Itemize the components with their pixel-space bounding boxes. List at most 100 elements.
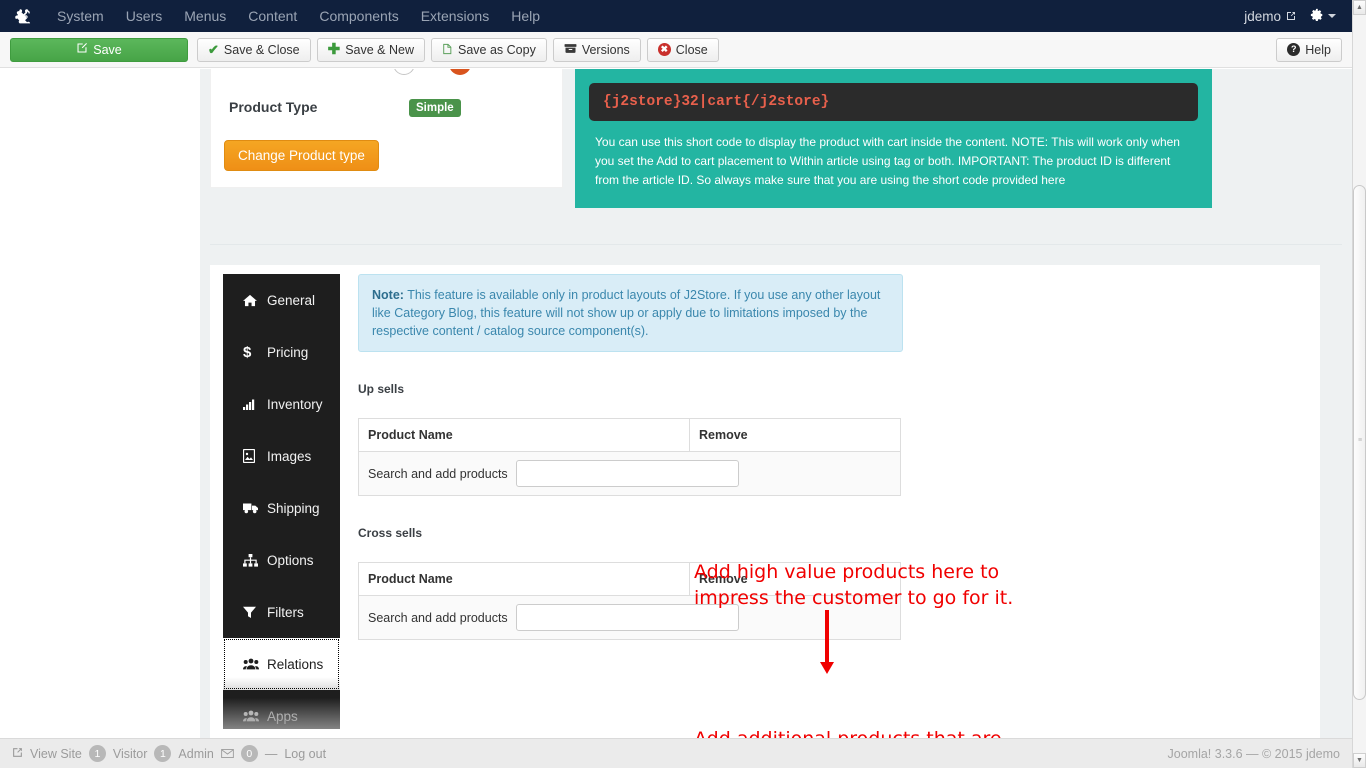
radio-toggle-on-icon[interactable] — [449, 69, 471, 75]
topmenu-item-extensions[interactable]: Extensions — [410, 0, 500, 32]
topmenu-item-system[interactable]: System — [46, 0, 115, 32]
upsells-search-cell: Search and add products — [358, 451, 901, 496]
upsells-search-input[interactable] — [515, 460, 739, 487]
save-button-label: Save — [93, 42, 122, 57]
status-bar: View Site 1 Visitor 1 Admin 0 — Log out … — [0, 738, 1352, 768]
save-and-close-button[interactable]: ✔ Save & Close — [197, 37, 311, 62]
product-type-panel: Product Type Simple Change Product type — [210, 69, 563, 188]
admin-count-badge: 1 — [154, 745, 172, 762]
close-button[interactable]: ✖ Close — [646, 37, 719, 62]
help-button-label: Help — [1305, 42, 1331, 57]
scroll-down-button[interactable]: ▼ — [1353, 753, 1366, 768]
scroll-up-button[interactable]: ▲ — [1353, 0, 1366, 15]
section-divider — [210, 244, 1342, 245]
sidebar-item-label: Inventory — [267, 396, 323, 412]
bar-chart-icon — [243, 398, 267, 410]
annotation-upsells-text: Add high value products here to impress … — [694, 561, 1014, 609]
sitemap-icon — [243, 553, 267, 567]
relations-note: Note: This feature is available only in … — [358, 274, 903, 352]
envelope-icon — [221, 747, 234, 761]
copy-icon — [442, 43, 453, 57]
upsells-label: Up sells — [358, 382, 405, 396]
upsells-table: Product Name Remove Search and add produ… — [358, 418, 901, 496]
funnel-icon — [243, 606, 267, 619]
content-column: Product Type Simple Change Product type … — [200, 69, 1352, 738]
users-icon — [243, 658, 267, 670]
sidebar-item-label: Relations — [267, 656, 324, 672]
crosssells-search-label: Search and add products — [368, 610, 508, 625]
sidebar-item-apps[interactable]: Apps — [223, 690, 340, 729]
dollar-icon: $ — [243, 343, 252, 361]
save-and-new-button[interactable]: ✚ Save & New — [316, 37, 425, 62]
upsells-col-product-name: Product Name — [358, 418, 690, 452]
external-link-icon — [12, 747, 23, 761]
topmenu-item-menus[interactable]: Menus — [173, 0, 237, 32]
sidebar-item-pricing[interactable]: $ Pricing — [223, 326, 340, 378]
settings-menu-button[interactable] — [1306, 8, 1344, 25]
versions-button[interactable]: Versions — [552, 37, 641, 62]
topmenu-item-content[interactable]: Content — [237, 0, 308, 32]
footer-copyright: Joomla! 3.3.6 — © 2015 jdemo — [1167, 746, 1341, 761]
help-button[interactable]: ? Help — [1276, 37, 1342, 62]
cut-off-controls — [393, 69, 523, 75]
relations-card: General $ Pricing Inventory Images Shipp… — [210, 265, 1320, 738]
logout-link[interactable]: Log out — [284, 747, 326, 761]
shortcode-value[interactable]: {j2store}32|cart{/j2store} — [589, 83, 1198, 121]
save-as-copy-button[interactable]: Save as Copy — [431, 37, 547, 62]
plus-icon: ✚ — [327, 40, 341, 58]
admin-label[interactable]: Admin — [178, 747, 213, 761]
sidebar-item-images[interactable]: Images — [223, 430, 340, 482]
sidebar-item-label: Filters — [267, 604, 304, 620]
shortcode-description: You can use this short code to display t… — [595, 135, 1180, 187]
table-row: Search and add products — [358, 451, 901, 496]
save-and-new-label: Save & New — [345, 42, 414, 57]
sidebar-item-inventory[interactable]: Inventory — [223, 378, 340, 430]
close-circle-icon: ✖ — [657, 43, 671, 56]
save-and-close-label: Save & Close — [223, 42, 300, 57]
user-menu-link[interactable]: jdemo — [1234, 9, 1306, 24]
topmenu-item-components[interactable]: Components — [308, 0, 409, 32]
save-as-copy-label: Save as Copy — [458, 42, 536, 57]
sidebar-item-label: Images — [267, 448, 312, 464]
visitor-label[interactable]: Visitor — [113, 747, 148, 761]
radio-toggle-off-icon[interactable] — [393, 69, 415, 75]
annotation-arrow-upsells — [818, 610, 836, 674]
topmenu-item-help[interactable]: Help — [500, 0, 551, 32]
product-type-label: Product Type — [229, 99, 318, 115]
editor-toolbar: Save ✔ Save & Close ✚ Save & New Save as… — [0, 32, 1352, 68]
view-site-link[interactable]: View Site — [30, 747, 82, 761]
upsells-col-remove: Remove — [689, 418, 901, 452]
admin-top-bar: System Users Menus Content Components Ex… — [0, 0, 1352, 32]
archive-icon — [564, 43, 577, 56]
sidebar-item-label: Shipping — [267, 500, 320, 516]
visitor-count-badge: 1 — [88, 745, 106, 762]
close-button-label: Close — [675, 42, 708, 57]
image-icon — [243, 449, 267, 463]
page-body: Product Type Simple Change Product type … — [0, 69, 1352, 738]
crosssells-col-product-name: Product Name — [358, 562, 690, 596]
sidebar-item-relations[interactable]: Relations — [223, 638, 340, 690]
sidebar-item-label: Apps — [267, 708, 298, 724]
scrollbar-thumb[interactable]: ≡ — [1353, 185, 1366, 700]
product-tab-sidebar: General $ Pricing Inventory Images Shipp… — [223, 274, 340, 729]
versions-label: Versions — [581, 42, 630, 57]
change-product-type-button[interactable]: Change Product type — [224, 140, 379, 171]
joomla-logo-icon[interactable] — [0, 8, 46, 25]
sidebar-item-filters[interactable]: Filters — [223, 586, 340, 638]
scrollbar-grip-icon: ≡ — [1358, 436, 1363, 444]
page-scrollbar[interactable]: ▲ ≡ ▼ — [1352, 0, 1366, 768]
sidebar-item-shipping[interactable]: Shipping — [223, 482, 340, 534]
question-circle-icon: ? — [1287, 43, 1301, 56]
save-button[interactable]: Save — [10, 37, 188, 62]
truck-icon — [243, 502, 267, 514]
sidebar-item-options[interactable]: Options — [223, 534, 340, 586]
table-header-row: Product Name Remove — [358, 418, 901, 452]
sidebar-item-general[interactable]: General — [223, 274, 340, 326]
sidebar-item-label: General — [267, 292, 316, 308]
topmenu-item-users[interactable]: Users — [115, 0, 174, 32]
checkmark-icon: ✔ — [208, 42, 219, 57]
shortcode-panel: {j2store}32|cart{/j2store} You can use t… — [575, 69, 1212, 208]
upsells-search-label: Search and add products — [368, 466, 508, 481]
sidebar-item-label: Options — [267, 552, 314, 568]
home-icon — [243, 294, 267, 307]
